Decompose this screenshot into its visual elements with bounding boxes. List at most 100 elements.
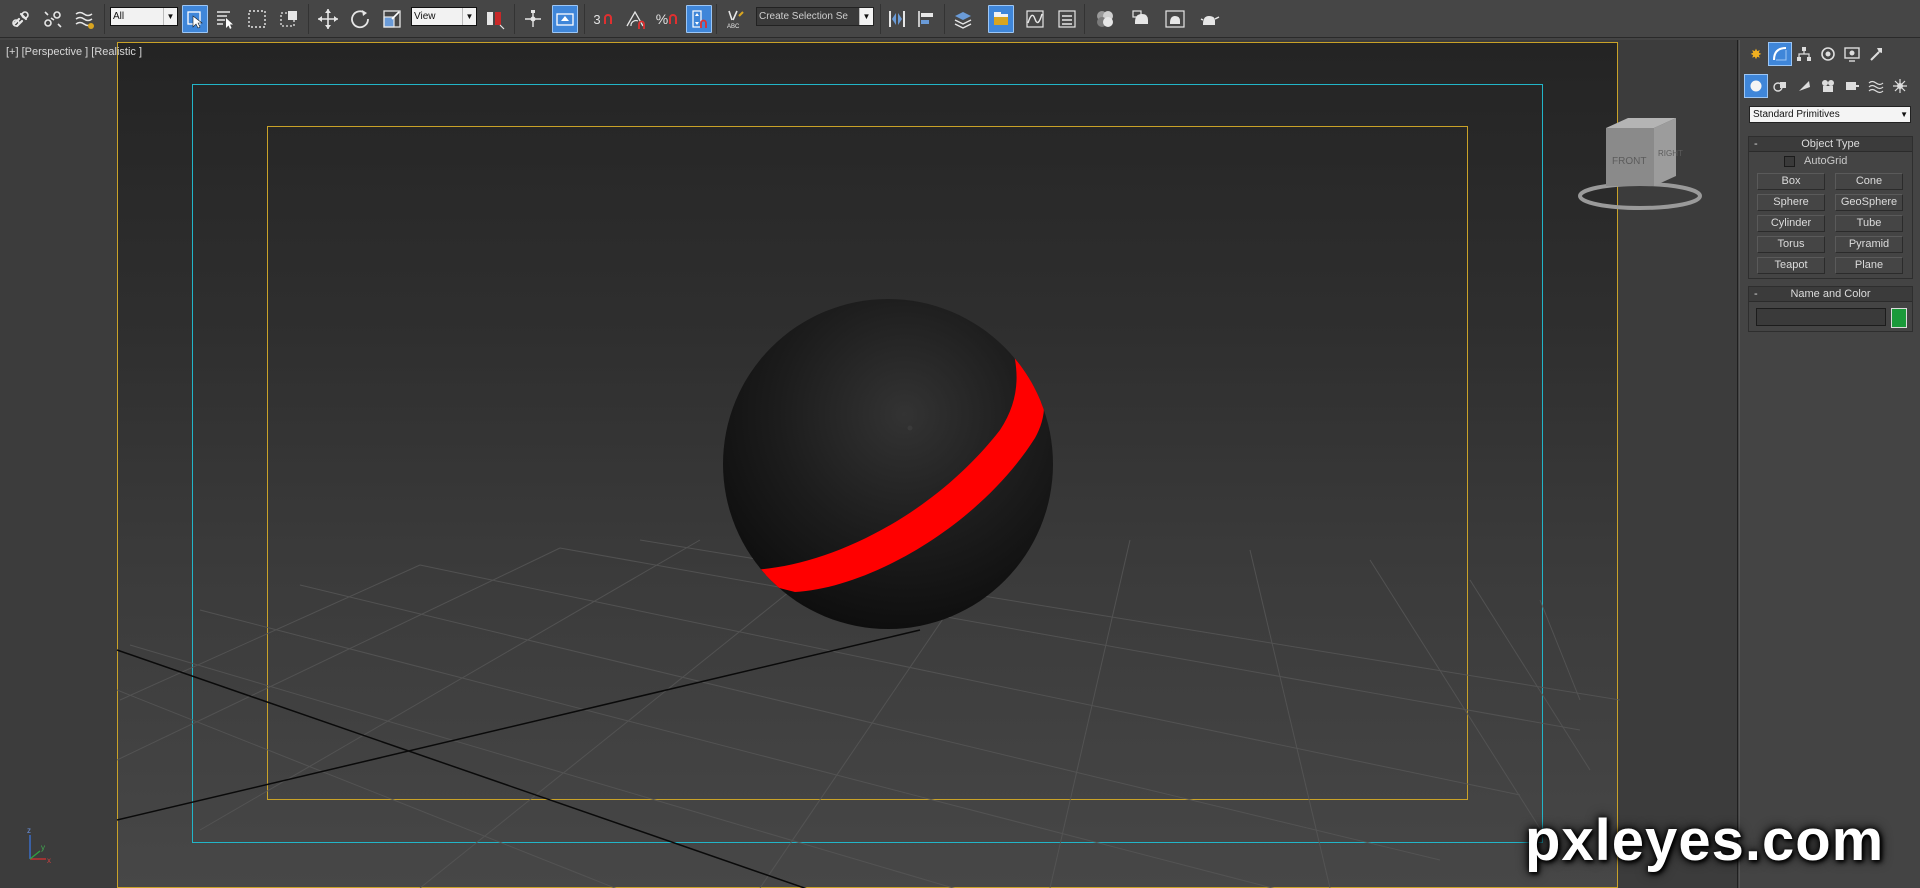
render-setup-icon[interactable] [1128, 5, 1154, 33]
bind-to-space-warp-icon[interactable] [72, 5, 98, 33]
toolbar-separator [716, 4, 717, 34]
window-crossing-icon[interactable] [276, 5, 302, 33]
motion-panel-icon[interactable] [1816, 42, 1840, 66]
pyramid-button[interactable]: Pyramid [1835, 236, 1903, 253]
autogrid-option[interactable]: AutoGrid [1749, 154, 1912, 170]
teapot-button[interactable]: Teapot [1757, 257, 1825, 274]
autogrid-checkbox[interactable] [1784, 156, 1795, 167]
schematic-view-icon[interactable] [1054, 5, 1080, 33]
select-and-scale-icon[interactable] [379, 5, 405, 33]
object-type-header[interactable]: - Object Type [1749, 137, 1912, 152]
rendered-frame-window-icon[interactable] [1162, 5, 1188, 33]
percent-snap-toggle-icon[interactable]: % [654, 5, 680, 33]
viewcube-front-label: FRONT [1612, 156, 1646, 167]
object-type-title: Object Type [1801, 138, 1860, 150]
reference-coordinate-dropdown[interactable]: View ▼ [411, 7, 477, 26]
torus-button[interactable]: Torus [1757, 236, 1825, 253]
chevron-down-icon: ▼ [859, 8, 873, 25]
viewport-label[interactable]: [+] [Perspective ] [Realistic ] [6, 46, 142, 58]
snaps-toggle-icon[interactable]: 3 [590, 5, 616, 33]
collapse-icon: - [1754, 288, 1758, 300]
select-and-manipulate-icon[interactable] [520, 5, 546, 33]
geometry-category-icon[interactable] [1744, 74, 1768, 98]
rectangular-selection-region-icon[interactable] [244, 5, 270, 33]
reference-coordinate-value: View [414, 11, 436, 22]
autogrid-label: AutoGrid [1804, 155, 1848, 167]
toolbar-separator [308, 4, 309, 34]
unlink-selection-icon[interactable] [40, 5, 66, 33]
keyboard-shortcut-override-icon[interactable] [552, 5, 578, 33]
viewcube-right-label: RIGHT [1658, 149, 1683, 158]
object-name-field[interactable] [1756, 308, 1886, 326]
viewcube[interactable]: FRONT RIGHT [1574, 106, 1704, 216]
helpers-category-icon[interactable] [1840, 74, 1864, 98]
select-by-name-icon[interactable] [212, 5, 238, 33]
percent-snap-label: % [655, 11, 669, 27]
modify-panel-icon[interactable] [1768, 42, 1792, 66]
select-and-move-icon[interactable] [315, 5, 341, 33]
utilities-panel-icon[interactable] [1864, 42, 1888, 66]
category-dropdown[interactable]: Standard Primitives ▼ [1749, 106, 1911, 123]
angle-snap-toggle-icon[interactable] [622, 5, 648, 33]
box-button[interactable]: Box [1757, 173, 1825, 190]
name-and-color-header[interactable]: - Name and Color [1749, 287, 1912, 302]
snap-dimension-label: 3 [593, 11, 601, 27]
create-category-tabs [1744, 74, 1912, 100]
sphere-object [723, 299, 1053, 629]
toolbar-separator [880, 4, 881, 34]
axis-z-label: z [27, 826, 31, 835]
named-selection-sets-dropdown[interactable]: Create Selection Se ▼ [756, 7, 874, 26]
edit-named-selection-icon[interactable]: ABC [722, 5, 748, 33]
select-and-rotate-icon[interactable] [347, 5, 373, 33]
selection-filter-dropdown[interactable]: All ▼ [110, 7, 178, 26]
hierarchy-panel-icon[interactable] [1792, 42, 1816, 66]
sphere-button[interactable]: Sphere [1757, 194, 1825, 211]
mirror-icon[interactable] [884, 5, 910, 33]
axis-y-label: y [41, 843, 45, 852]
toolbar-separator [104, 4, 105, 34]
lights-category-icon[interactable] [1792, 74, 1816, 98]
chevron-down-icon: ▼ [1900, 110, 1908, 119]
axis-x-label: x [47, 856, 51, 865]
tube-button[interactable]: Tube [1835, 215, 1903, 232]
chevron-down-icon: ▼ [163, 8, 177, 25]
command-panel: ✸ Standard Primitives ▼ - Object Type Au… [1739, 40, 1920, 888]
select-and-link-icon[interactable] [8, 5, 34, 33]
scene-canvas [116, 299, 1621, 888]
shapes-category-icon[interactable] [1768, 74, 1792, 98]
spinner-snap-toggle-icon[interactable] [686, 5, 712, 33]
space-warps-category-icon[interactable] [1864, 74, 1888, 98]
cameras-category-icon[interactable] [1816, 74, 1840, 98]
material-editor-icon[interactable] [1092, 5, 1118, 33]
toolbar-separator [584, 4, 585, 34]
align-icon[interactable] [914, 5, 940, 33]
primitive-buttons: Box Cone Sphere GeoSphere Cylinder Tube … [1749, 170, 1912, 278]
perspective-viewport[interactable]: [+] [Perspective ] [Realistic ] FRONT RI… [0, 40, 1738, 888]
geosphere-button[interactable]: GeoSphere [1835, 194, 1903, 211]
plane-button[interactable]: Plane [1835, 257, 1903, 274]
toolbar-separator [944, 4, 945, 34]
chevron-down-icon: ▼ [462, 8, 476, 25]
name-and-color-title: Name and Color [1790, 288, 1871, 300]
named-selection-sets-value: Create Selection Se [759, 11, 848, 22]
toggle-scene-explorer-icon[interactable] [988, 5, 1014, 33]
layer-explorer-icon[interactable] [950, 5, 976, 33]
category-value: Standard Primitives [1753, 109, 1840, 120]
main-toolbar: All ▼ View ▼ 3 % ABC Create Selection Se… [0, 0, 1920, 38]
curve-editor-icon[interactable] [1022, 5, 1048, 33]
cone-button[interactable]: Cone [1835, 173, 1903, 190]
pxleyes-watermark: pxleyes.com [1525, 808, 1885, 873]
systems-category-icon[interactable] [1888, 74, 1912, 98]
object-color-swatch[interactable] [1891, 308, 1907, 328]
collapse-icon: - [1754, 138, 1758, 150]
select-object-icon[interactable] [182, 5, 208, 33]
pivot-center-icon[interactable] [482, 5, 508, 33]
toolbar-separator [514, 4, 515, 34]
create-panel-icon[interactable]: ✸ [1744, 42, 1768, 66]
viewcube-compass-ring [1578, 182, 1702, 210]
render-production-icon[interactable] [1196, 5, 1222, 33]
cylinder-button[interactable]: Cylinder [1757, 215, 1825, 232]
axis-tripod-icon: z x y [20, 825, 56, 865]
selection-filter-value: All [113, 11, 125, 22]
display-panel-icon[interactable] [1840, 42, 1864, 66]
